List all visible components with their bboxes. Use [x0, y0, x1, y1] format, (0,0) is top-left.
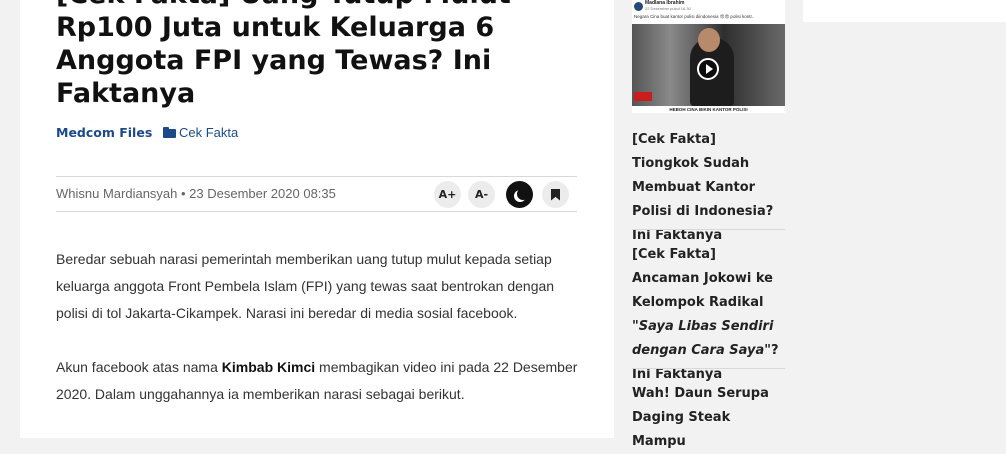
category-label: Cek Fakta — [179, 125, 239, 140]
avatar — [634, 2, 643, 11]
dark-mode-button[interactable] — [506, 181, 533, 208]
play-icon[interactable] — [697, 58, 719, 80]
moon-icon — [517, 188, 529, 200]
article-body: Beredar sebuah narasi pemerintah memberi… — [56, 246, 586, 435]
video-caption: HEBOH CINA BIKIN KANTOR POLISI — [632, 106, 785, 113]
bookmark-icon — [551, 188, 560, 201]
category-link[interactable]: Cek Fakta — [163, 125, 238, 140]
post-text: Negara Cina buat kantor polisi diindones… — [634, 14, 755, 19]
article-card: [Cek Fakta] Uang Tutup Mulut Rp100 Juta … — [20, 0, 614, 438]
facebook-post-header: Madlana Ibrahim 22 Desember pukul 16.30 … — [632, 0, 785, 24]
related-link-3[interactable]: Wah! Daun Serupa Daging Steak Mampu — [632, 382, 785, 454]
account-name: Kimbab Kimci — [221, 359, 316, 375]
font-decrease-button[interactable]: A- — [468, 181, 495, 208]
paragraph: Akun facebook atas nama Kimbab Kimci mem… — [56, 359, 578, 402]
byline-bar: Whisnu Mardiansyah • 23 Desember 2020 08… — [56, 176, 577, 212]
divider — [632, 229, 785, 230]
ad-slot — [803, 0, 1006, 22]
article-title: [Cek Fakta] Uang Tutup Mulut Rp100 Juta … — [56, 0, 511, 109]
paragraph: Beredar sebuah narasi pemerintah memberi… — [56, 251, 555, 321]
video-thumbnail[interactable]: Madlana Ibrahim 22 Desember pukul 16.30 … — [632, 0, 785, 113]
byline: Whisnu Mardiansyah • 23 Desember 2020 08… — [56, 186, 336, 201]
source-link[interactable]: Medcom Files — [56, 125, 152, 140]
post-date: 22 Desember pukul 16.30 — [645, 6, 691, 11]
article-meta: Medcom Files Cek Fakta — [56, 125, 238, 140]
folder-icon — [163, 127, 176, 138]
divider — [632, 368, 785, 369]
related-link-1[interactable]: [Cek Fakta] Tiongkok Sudah Membuat Kanto… — [632, 128, 785, 248]
font-increase-button[interactable]: A+ — [434, 181, 461, 208]
related-link-2[interactable]: [Cek Fakta] Ancaman Jokowi ke Kelompok R… — [632, 243, 785, 387]
channel-logo — [634, 92, 652, 101]
bookmark-button[interactable] — [542, 181, 569, 208]
